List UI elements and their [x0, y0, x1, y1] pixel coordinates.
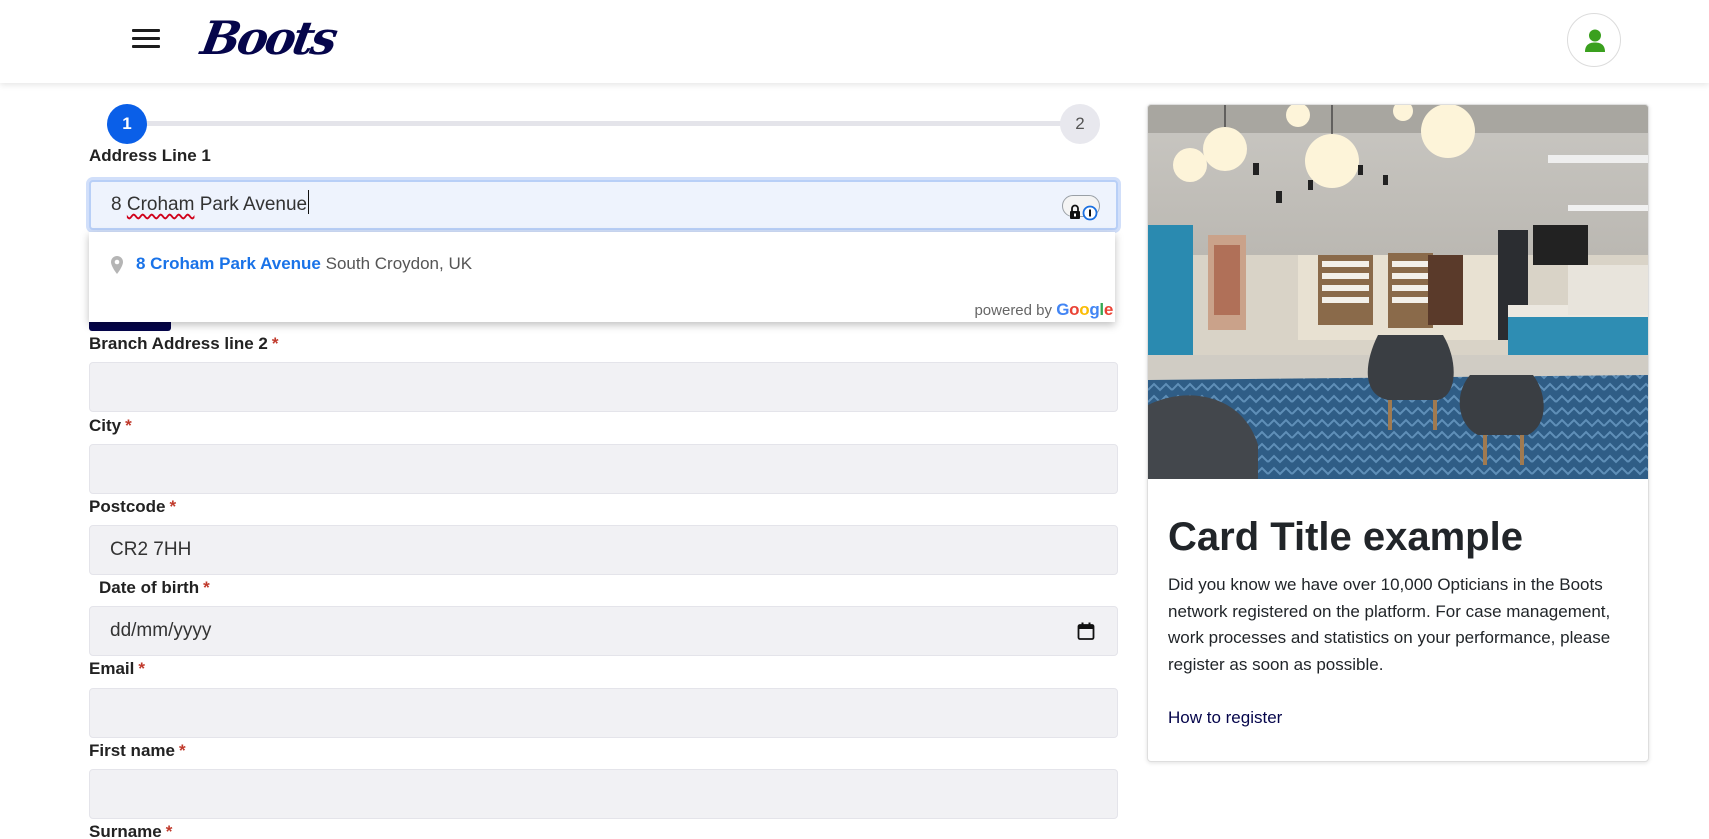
address-line-1-input[interactable]: 8 Croham Park Avenue	[89, 180, 1118, 230]
postcode-label: Postcode *	[89, 497, 177, 516]
suggestion-secondary-text: South Croydon, UK	[325, 254, 473, 273]
how-to-register-link[interactable]: How to register	[1168, 708, 1282, 728]
date-of-birth-input[interactable]: dd/mm/yyyy	[89, 606, 1118, 656]
autocomplete-suggestion[interactable]: 8 Croham Park Avenue South Croydon, UK	[89, 232, 1115, 296]
first-name-label: First name *	[89, 741, 186, 760]
address-autocomplete-dropdown: 8 Croham Park Avenue South Croydon, UK p…	[89, 232, 1115, 322]
email-input[interactable]	[89, 688, 1118, 738]
step-1-indicator[interactable]: 1	[107, 104, 147, 144]
step-2-indicator[interactable]: 2	[1060, 104, 1100, 144]
location-pin-icon	[111, 256, 123, 274]
address-line-1-label: Address Line 1	[89, 146, 211, 165]
suggestion-match-text: 8 Croham Park Avenue	[136, 254, 321, 273]
calendar-icon[interactable]	[1077, 622, 1095, 640]
city-input[interactable]	[89, 444, 1118, 494]
card-text: Did you know we have over 10,000 Opticia…	[1168, 575, 1611, 674]
hamburger-menu-icon[interactable]	[132, 27, 160, 51]
card-title: Card Title example	[1168, 515, 1523, 559]
stepper-track	[127, 121, 1077, 126]
date-of-birth-label: Date of birth *	[99, 578, 210, 597]
first-name-input[interactable]	[89, 769, 1118, 819]
text-caret	[308, 190, 310, 214]
info-card: Card Title example Did you know we have …	[1147, 104, 1649, 762]
opticians-store-image	[1148, 105, 1648, 479]
profile-button[interactable]	[1567, 13, 1621, 67]
top-navigation-bar: Boots	[0, 0, 1709, 83]
user-icon	[1585, 29, 1605, 52]
postcode-input[interactable]: CR2 7HH	[89, 525, 1118, 575]
powered-by-google: powered by Google	[974, 300, 1113, 319]
surname-label: Surname *	[89, 822, 173, 839]
email-label: Email *	[89, 659, 145, 678]
boots-logo[interactable]: Boots	[197, 10, 339, 66]
password-manager-icon[interactable]	[1062, 195, 1100, 221]
registration-stepper: 1 2	[107, 104, 1100, 144]
spelling-error-word: Croham	[126, 194, 195, 215]
branch-address-line-2-label: Branch Address line 2 *	[89, 334, 279, 353]
city-label: City *	[89, 416, 132, 435]
google-logo: Google	[1056, 300, 1113, 319]
branch-address-line-2-input[interactable]	[89, 362, 1118, 412]
